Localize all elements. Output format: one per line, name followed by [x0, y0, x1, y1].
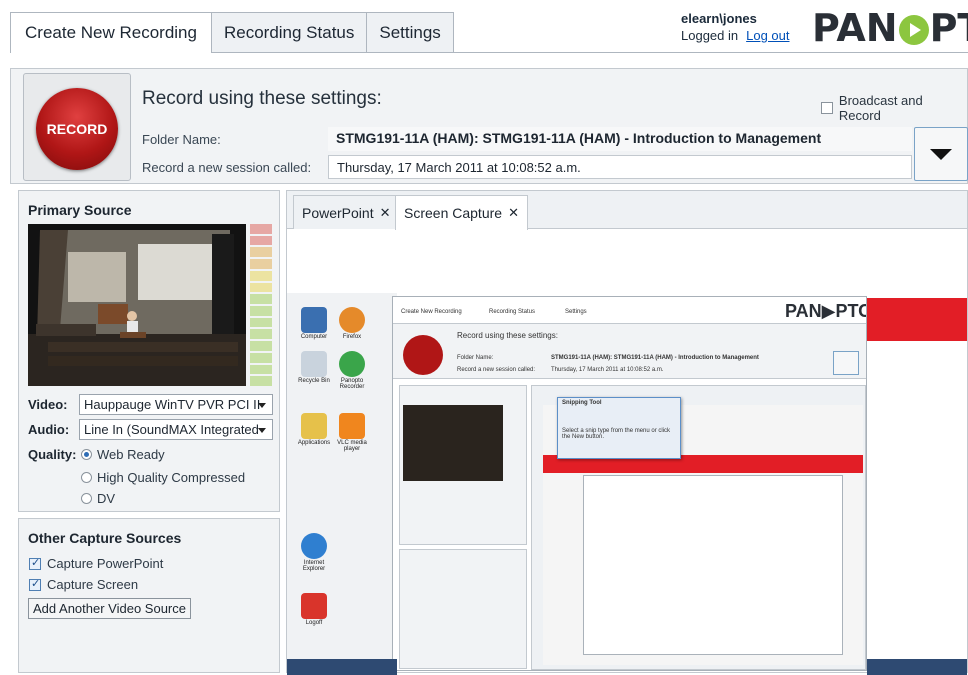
- tab-powerpoint[interactable]: PowerPoint ✕: [293, 195, 400, 229]
- chevron-down-icon: [930, 148, 952, 160]
- mini-nested-window: [583, 475, 843, 655]
- record-button[interactable]: RECORD: [36, 88, 118, 170]
- capture-screen-checkbox[interactable]: Capture Screen: [29, 577, 138, 592]
- session-name-label: Record a new session called:: [142, 160, 312, 175]
- capture-powerpoint-checkbox[interactable]: Capture PowerPoint: [29, 556, 163, 571]
- captured-recorder-window: Create New Recording Recording Status Se…: [392, 296, 867, 671]
- folder-name-label: Folder Name:: [142, 132, 221, 147]
- other-capture-title: Other Capture Sources: [28, 530, 182, 546]
- quality-web-ready-radio[interactable]: Web Ready: [81, 447, 165, 462]
- content-tabs: PowerPoint ✕ Screen Capture ✕: [287, 191, 967, 230]
- mini-record-button: [403, 335, 443, 375]
- mini-folder-value: STMG191-11A (HAM): STMG191-11A (HAM) - I…: [551, 355, 759, 361]
- video-source-select[interactable]: Hauppauge WinTV PVR PCI II: [79, 394, 273, 415]
- primary-source-title: Primary Source: [28, 202, 132, 218]
- mini-folder-label: Folder Name:: [457, 355, 494, 361]
- session-name-input[interactable]: Thursday, 17 March 2011 at 10:08:52 a.m.: [328, 155, 912, 179]
- radio-selected-icon: [81, 449, 92, 460]
- mini-preview: [403, 405, 503, 481]
- mini-other-panel: [399, 549, 527, 669]
- login-status: Logged in: [681, 28, 739, 43]
- top-bar: Create New Recording Recording Status Se…: [0, 0, 968, 68]
- desktop-icon-computer: Computer: [297, 307, 331, 340]
- desktop-red-band-right: [867, 298, 967, 341]
- radio-icon: [81, 493, 92, 504]
- audio-level-meter: [250, 224, 272, 387]
- folder-dropdown-button[interactable]: [914, 127, 968, 181]
- checkbox-checked-icon: [29, 577, 41, 591]
- mini-dropdown: [833, 351, 859, 375]
- capture-content-panel: PowerPoint ✕ Screen Capture ✕ Computer Rec…: [286, 190, 968, 675]
- audio-label: Audio:: [28, 422, 70, 437]
- desktop-icon-recycle-bin: Recycle Bin: [297, 351, 331, 384]
- tab-create-new-recording[interactable]: Create New Recording: [10, 12, 212, 53]
- lecture-hall-image: [28, 224, 246, 386]
- radio-icon: [81, 472, 92, 483]
- add-video-source-button[interactable]: Add Another Video Source: [28, 598, 191, 619]
- close-icon[interactable]: ✕: [508, 205, 519, 221]
- logout-link[interactable]: Log out: [746, 28, 789, 43]
- mini-heading: Record using these settings:: [457, 331, 558, 340]
- mini-tab-create: Create New Recording: [401, 309, 462, 315]
- record-settings-panel: RECORD Record using these settings: Broa…: [10, 68, 968, 184]
- video-label: Video:: [28, 397, 68, 412]
- mini-session-value: Thursday, 17 March 2011 at 10:08:52 a.m.: [551, 367, 664, 373]
- tab-screen-capture[interactable]: Screen Capture ✕: [395, 195, 528, 230]
- broadcast-and-record-checkbox[interactable]: Broadcast and Record: [821, 93, 967, 123]
- video-preview: [28, 224, 246, 386]
- desktop-icon-internet-explorer: Internet Explorer: [297, 533, 331, 572]
- close-icon[interactable]: ✕: [380, 205, 391, 221]
- checkbox-checked-icon: [29, 556, 41, 570]
- quality-dv-radio[interactable]: DV: [81, 491, 115, 506]
- primary-source-panel: Primary Source Video: Hauppauge WinTV PV…: [18, 190, 280, 512]
- quality-label: Quality:: [28, 447, 77, 462]
- mini-tab-settings: Settings: [565, 309, 587, 315]
- panopto-logo: PANPTO: [812, 6, 968, 50]
- checkbox-icon: [821, 102, 833, 114]
- mini-snipping-title: Snipping Tool: [562, 400, 602, 406]
- audio-source-select[interactable]: Line In (SoundMAX Integrated: [79, 419, 273, 440]
- username: elearn\jones: [681, 11, 757, 26]
- desktop-icon-recorder: Panopto Recorder: [335, 351, 369, 390]
- mini-snipping-tool: Snipping Tool Select a snip type from th…: [557, 397, 681, 459]
- tab-settings[interactable]: Settings: [366, 12, 454, 52]
- desktop-icon-logoff: Logoff: [297, 593, 331, 626]
- desktop-icon-applications: Applications: [297, 413, 331, 446]
- mini-snipping-text: Select a snip type from the menu or clic…: [562, 428, 671, 440]
- play-icon: [898, 15, 929, 45]
- desktop-icon-vlc: VLC media player: [335, 413, 369, 452]
- mini-session-label: Record a new session called:: [457, 367, 536, 373]
- tab-recording-status[interactable]: Recording Status: [210, 12, 368, 52]
- record-button-frame: RECORD: [23, 73, 131, 181]
- captured-desktop: Computer Recycle Bin Applications Firefo…: [287, 293, 397, 673]
- desktop-icon-firefox: Firefox: [335, 307, 369, 340]
- mini-logo: PAN▶PTO: [785, 301, 867, 321]
- quality-high-compressed-radio[interactable]: High Quality Compressed: [81, 470, 245, 485]
- main-tabs: Create New Recording Recording Status Se…: [10, 12, 454, 53]
- user-info: elearn\jones Logged in Log out: [681, 10, 790, 44]
- record-settings-heading: Record using these settings:: [142, 88, 382, 109]
- broadcast-label: Broadcast and Record: [838, 93, 923, 123]
- folder-name-value[interactable]: STMG191-11A (HAM): STMG191-11A (HAM) - I…: [328, 127, 912, 151]
- other-capture-sources-panel: Other Capture Sources Capture PowerPoint…: [18, 518, 280, 673]
- mini-tab-status: Recording Status: [489, 309, 536, 315]
